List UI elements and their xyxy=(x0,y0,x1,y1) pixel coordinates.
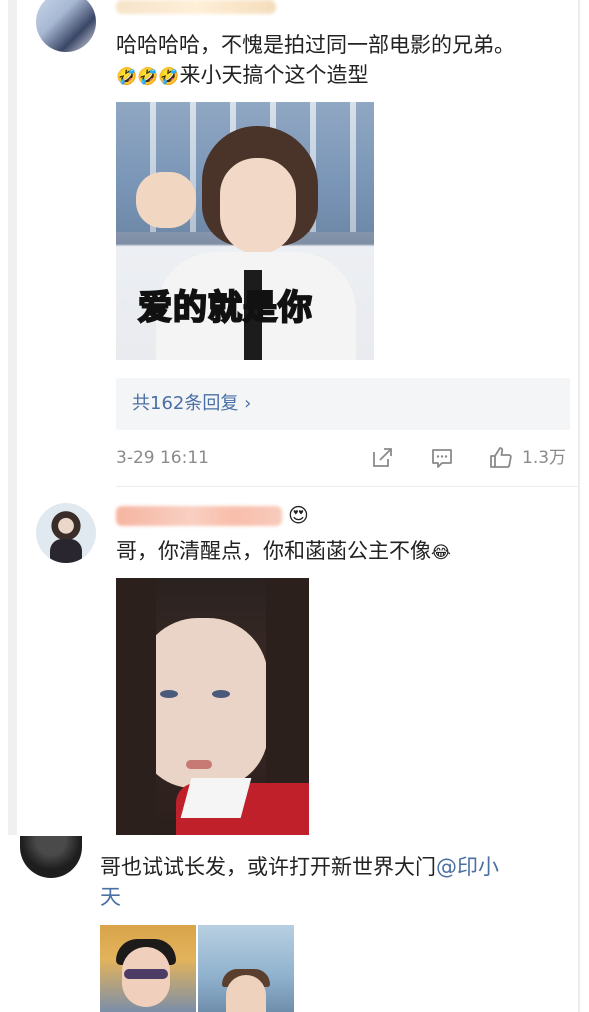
emoji: 🤣 xyxy=(158,67,180,87)
emoji: 🤣 xyxy=(137,67,159,87)
comment-body: 哥，你清醒点，你和菡菡公主不像 xyxy=(116,539,431,563)
timestamp: 3-29 16:11 xyxy=(116,448,209,468)
emoji: 🤣 xyxy=(116,67,138,87)
mention-link[interactable]: @印小 xyxy=(436,855,499,879)
comment-meta: 3-29 16:11 1.3万 xyxy=(116,442,572,474)
username-redacted[interactable] xyxy=(116,0,276,14)
thumbs-up-icon[interactable] xyxy=(489,446,513,470)
image-caption: 爱的就是你 xyxy=(137,287,313,329)
comment-feed: 哈哈哈哈，不愧是拍过同一部电影的兄弟。 🤣🤣🤣来小天搞个这个造型 爱的就是你 共… xyxy=(0,0,589,1012)
avatar[interactable] xyxy=(36,0,96,52)
comment-text: 哈哈哈哈，不愧是拍过同一部电影的兄弟。 xyxy=(116,33,515,57)
comment-image[interactable]: 爱的就是你 xyxy=(116,102,374,360)
thread-rule xyxy=(8,0,17,835)
panel-border xyxy=(578,0,580,1012)
comment-text: 🤣🤣🤣来小天搞个这个造型 xyxy=(116,60,369,92)
avatar[interactable] xyxy=(20,836,82,878)
like-count: 1.3万 xyxy=(522,448,567,468)
comment-image[interactable] xyxy=(100,925,196,1012)
comment-image[interactable] xyxy=(198,925,294,1012)
comment-icon[interactable] xyxy=(430,446,454,470)
comment-text: 哥，你清醒点，你和菡菡公主不像😂 xyxy=(116,536,451,568)
view-replies-link[interactable]: 共162条回复 › xyxy=(132,378,251,430)
username-redacted[interactable] xyxy=(116,506,282,526)
comment-text: 天 xyxy=(100,882,121,912)
comment-text-cont: 来小天搞个这个造型 xyxy=(179,63,369,87)
comment-image[interactable] xyxy=(116,578,309,835)
comment-body: 哥也试试长发，或许打开新世界大门 xyxy=(100,855,436,879)
replies-box[interactable]: 共162条回复 › xyxy=(116,378,570,430)
share-icon[interactable] xyxy=(370,446,394,470)
comment-text: 哥也试试长发，或许打开新世界大门@印小 xyxy=(100,852,499,882)
avatar[interactable] xyxy=(36,503,96,563)
divider xyxy=(116,486,579,487)
fan-badge-emoji: 😍 xyxy=(288,503,309,527)
emoji: 😂 xyxy=(431,543,451,563)
mention-link-cont[interactable]: 天 xyxy=(100,885,121,909)
